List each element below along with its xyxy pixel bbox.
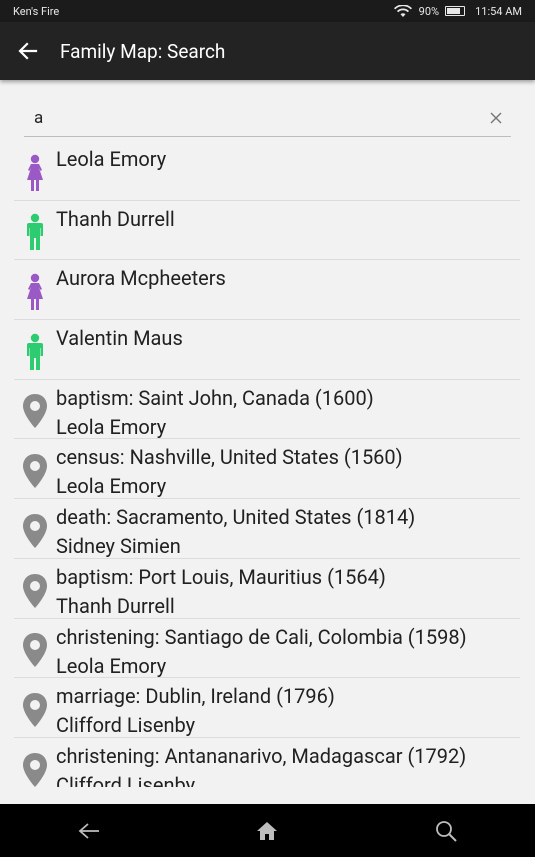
female-icon	[27, 273, 43, 311]
event-person-name: Leola Emory	[56, 474, 167, 499]
result-text: Leola Emory	[56, 141, 520, 200]
result-icon-cell	[14, 678, 56, 737]
event-result-row[interactable]: death: Sacramento, United States (1814) S…	[14, 499, 520, 559]
status-right: 90% 11:54 AM	[393, 4, 522, 18]
nav-back-button[interactable]	[59, 811, 119, 851]
result-icon-cell	[14, 738, 56, 787]
nav-search-button[interactable]	[416, 811, 476, 851]
result-text: christening: Antananarivo, Madagascar (1…	[56, 738, 520, 787]
search-input[interactable]	[24, 101, 481, 135]
result-text: baptism: Port Louis, Mauritius (1564) Tha…	[56, 559, 520, 618]
event-description: christening: Santiago de Cali, Colombia …	[56, 624, 467, 649]
map-marker-icon	[23, 454, 47, 489]
page-title: Family Map: Search	[60, 39, 226, 63]
person-result-row[interactable]: Aurora Mcpheeters	[14, 260, 520, 321]
result-text: marriage: Dublin, Ireland (1796) Clifford…	[56, 678, 520, 737]
person-name: Aurora Mcpheeters	[56, 266, 226, 291]
result-icon-cell	[14, 201, 56, 260]
clear-search-button[interactable]	[481, 112, 511, 124]
event-person-name: Leola Emory	[56, 414, 167, 439]
carrier-name: Ken's Fire	[13, 4, 60, 18]
results-list: Leola Emory Thanh Durrell Aurora Mcpheeter…	[14, 141, 520, 787]
event-result-row[interactable]: baptism: Saint John, Canada (1600) Leola …	[14, 380, 520, 440]
result-icon-cell	[14, 619, 56, 678]
search-icon	[435, 820, 457, 842]
result-icon-cell	[14, 260, 56, 319]
map-marker-icon	[23, 513, 47, 548]
person-result-row[interactable]: Leola Emory	[14, 141, 520, 201]
map-marker-icon	[23, 752, 47, 787]
clock: 11:54 AM	[475, 4, 522, 18]
result-text: census: Nashville, United States (1560) L…	[56, 439, 520, 498]
event-person-name: Clifford Lisenby	[56, 713, 196, 738]
result-text: death: Sacramento, United States (1814) S…	[56, 499, 520, 558]
person-result-row[interactable]: Thanh Durrell	[14, 201, 520, 261]
event-person-name: Clifford Lisenby	[56, 772, 196, 787]
nav-home-button[interactable]	[237, 811, 297, 851]
map-marker-icon	[23, 573, 47, 608]
map-marker-icon	[23, 692, 47, 727]
event-result-row[interactable]: census: Nashville, United States (1560) L…	[14, 439, 520, 500]
result-icon-cell	[14, 320, 56, 379]
system-nav-bar	[0, 804, 535, 857]
result-text: Thanh Durrell	[56, 201, 520, 260]
person-result-row[interactable]: Valentin Maus	[14, 320, 520, 380]
battery-icon	[445, 6, 466, 16]
event-description: marriage: Dublin, Ireland (1796)	[56, 684, 335, 709]
male-icon	[27, 214, 43, 251]
event-result-row[interactable]: christening: Santiago de Cali, Colombia …	[14, 619, 520, 679]
event-person-name: Leola Emory	[56, 653, 167, 678]
event-description: christening: Antananarivo, Madagascar (1…	[56, 743, 467, 768]
search-bar	[24, 100, 511, 137]
result-text: christening: Santiago de Cali, Colombia …	[56, 619, 520, 678]
male-icon	[27, 333, 43, 370]
map-marker-icon	[23, 394, 47, 429]
event-person-name: Sidney Simien	[56, 534, 181, 559]
result-text: baptism: Saint John, Canada (1600) Leola …	[56, 380, 520, 439]
person-name: Leola Emory	[56, 147, 167, 171]
result-text: Aurora Mcpheeters	[56, 260, 520, 319]
result-icon-cell	[14, 559, 56, 618]
event-result-row[interactable]: christening: Antananarivo, Madagascar (1…	[14, 738, 520, 787]
app-bar: Family Map: Search	[0, 22, 535, 80]
event-description: census: Nashville, United States (1560)	[56, 445, 403, 470]
map-marker-icon	[23, 633, 47, 668]
back-button[interactable]	[0, 41, 56, 61]
home-icon	[257, 821, 278, 840]
person-name: Valentin Maus	[56, 326, 183, 351]
result-icon-cell	[14, 499, 56, 558]
event-description: baptism: Port Louis, Mauritius (1564)	[56, 564, 386, 589]
battery-percent: 90%	[418, 4, 440, 18]
wifi-icon	[393, 4, 412, 17]
result-icon-cell	[14, 141, 56, 200]
close-icon	[490, 112, 502, 124]
event-person-name: Thanh Durrell	[56, 593, 175, 618]
result-icon-cell	[14, 380, 56, 439]
event-result-row[interactable]: marriage: Dublin, Ireland (1796) Clifford…	[14, 678, 520, 738]
event-description: death: Sacramento, United States (1814)	[56, 505, 416, 530]
person-name: Thanh Durrell	[56, 206, 175, 231]
event-description: baptism: Saint John, Canada (1600)	[56, 385, 374, 410]
female-icon	[27, 154, 43, 191]
event-result-row[interactable]: baptism: Port Louis, Mauritius (1564) Tha…	[14, 559, 520, 619]
nav-back-icon	[78, 822, 100, 839]
arrow-left-icon	[18, 42, 38, 60]
result-text: Valentin Maus	[56, 320, 520, 379]
result-icon-cell	[14, 439, 56, 498]
status-bar: Ken's Fire 90% 11:54 AM	[0, 0, 535, 22]
